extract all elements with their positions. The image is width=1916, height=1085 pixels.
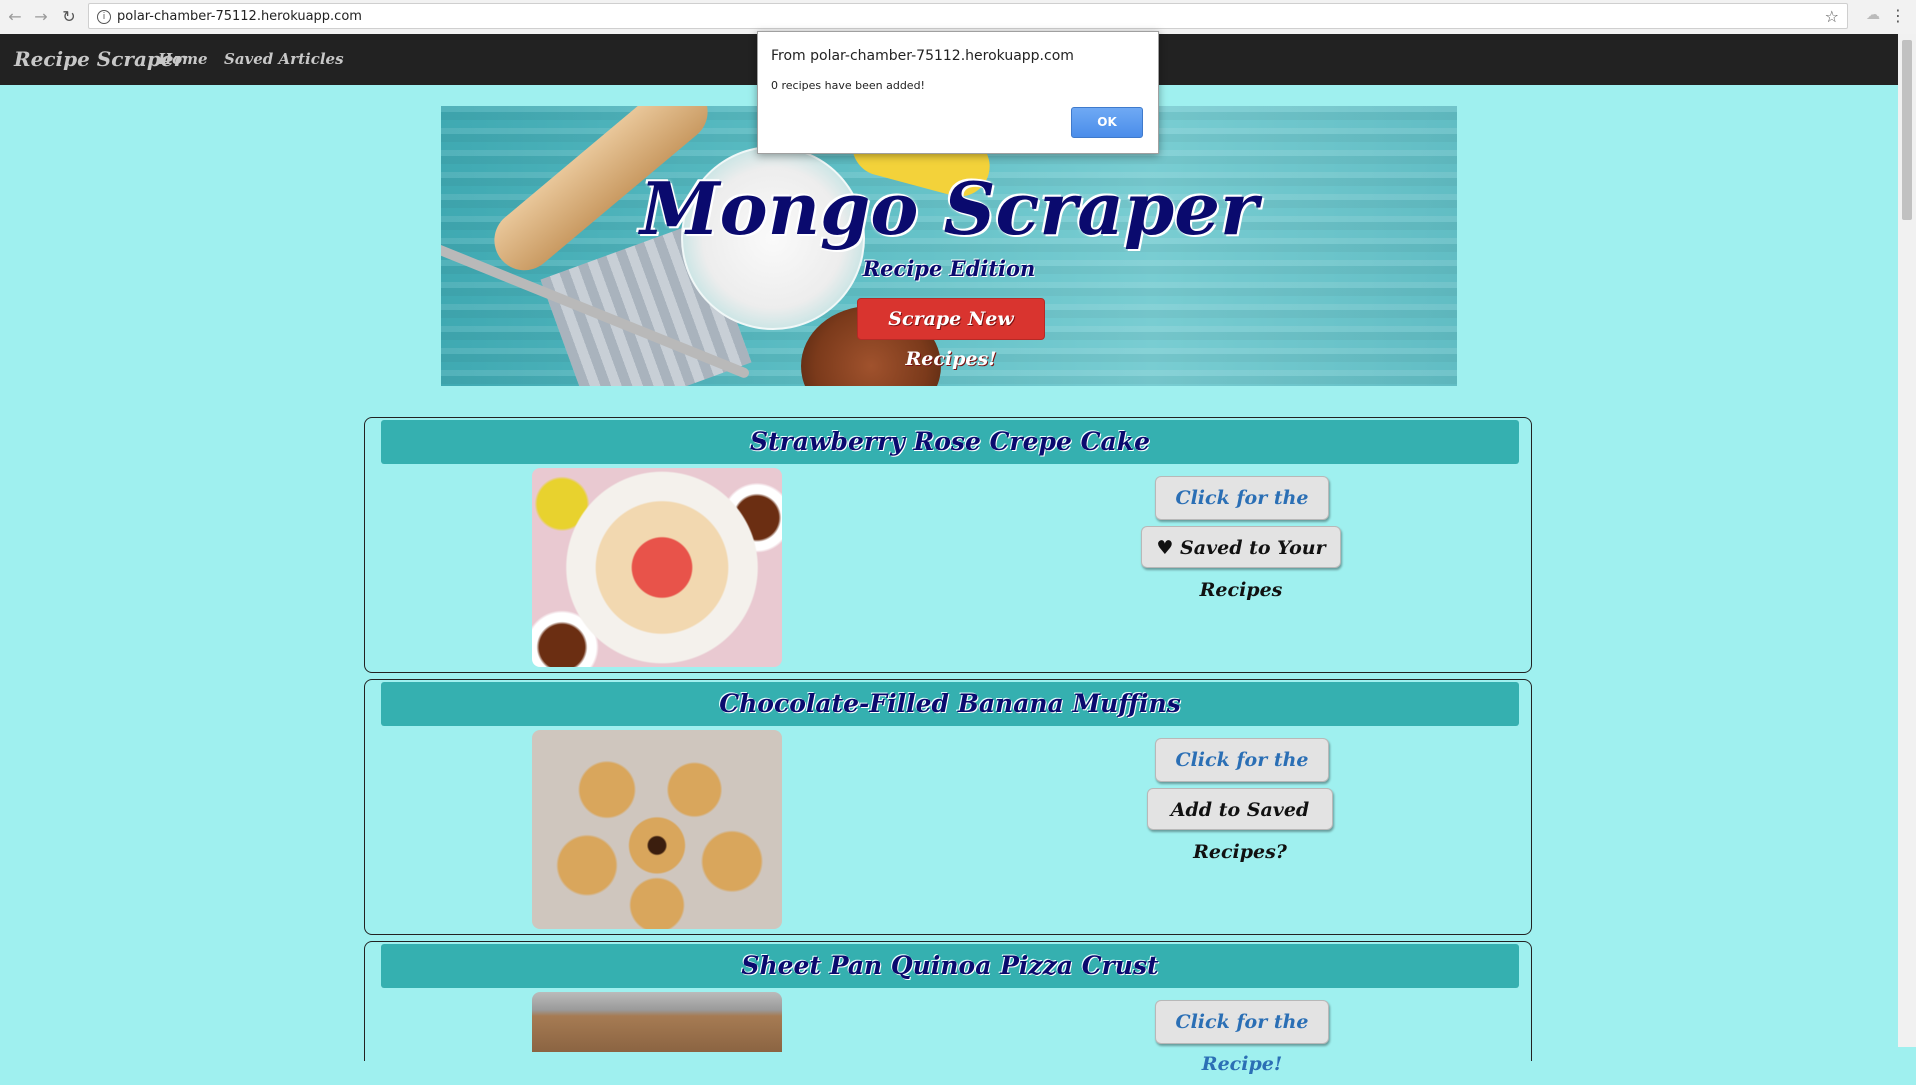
recipe-link-button[interactable]: Click for the Recipe! — [1155, 1000, 1329, 1075]
menu-icon[interactable]: ⋮ — [1890, 6, 1906, 25]
scrollbar-thumb[interactable] — [1902, 40, 1912, 220]
recipe-image — [532, 468, 782, 667]
recipe-title: Strawberry Rose Crepe Cake — [381, 420, 1519, 464]
ok-button[interactable]: OK — [1071, 107, 1143, 138]
hero-subtitle: Recipe Edition — [862, 256, 1036, 281]
star-icon[interactable]: ☆ — [1825, 4, 1839, 30]
forward-arrow-icon[interactable]: → — [30, 6, 52, 28]
page-scrollbar[interactable] — [1898, 34, 1916, 1047]
recipe-link-button[interactable]: Click for the Recipe! — [1155, 476, 1329, 551]
address-bar[interactable]: i polar-chamber-75112.herokuapp.com ☆ — [88, 3, 1848, 29]
nav-saved-articles-link[interactable]: Saved Articles — [224, 50, 344, 68]
recipe-card: Strawberry Rose Crepe Cake Click for the… — [364, 417, 1532, 673]
recipe-title: Sheet Pan Quinoa Pizza Crust — [381, 944, 1519, 988]
recipe-image — [532, 730, 782, 929]
saved-recipe-button[interactable]: ♥ Saved to Your Recipes — [1141, 526, 1341, 601]
alert-dialog: From polar-chamber-75112.herokuapp.com 0… — [757, 31, 1159, 154]
recipe-image — [532, 992, 782, 1052]
recipe-card: Chocolate-Filled Banana Muffins Click fo… — [364, 679, 1532, 935]
recipe-link-button[interactable]: Click for the Recipe! — [1155, 738, 1329, 813]
url-text: polar-chamber-75112.herokuapp.com — [117, 9, 362, 24]
browser-toolbar: ← → ↻ i polar-chamber-75112.herokuapp.co… — [0, 0, 1916, 35]
recipe-title: Chocolate-Filled Banana Muffins — [381, 682, 1519, 726]
reload-icon[interactable]: ↻ — [58, 6, 80, 28]
add-to-saved-button[interactable]: Add to Saved Recipes? — [1147, 788, 1333, 863]
back-arrow-icon[interactable]: ← — [4, 6, 26, 28]
scrape-new-recipes-button[interactable]: Scrape New Recipes! — [857, 298, 1045, 370]
alert-title: From polar-chamber-75112.herokuapp.com — [771, 48, 1074, 64]
extension-icon[interactable]: ☁ — [1866, 7, 1880, 23]
nav-home-link[interactable]: Home — [158, 50, 208, 68]
hero-title: Mongo Scraper — [639, 166, 1258, 251]
alert-message: 0 recipes have been added! — [771, 79, 925, 92]
info-icon[interactable]: i — [97, 10, 111, 24]
recipe-card: Sheet Pan Quinoa Pizza Crust Click for t… — [364, 941, 1532, 1075]
